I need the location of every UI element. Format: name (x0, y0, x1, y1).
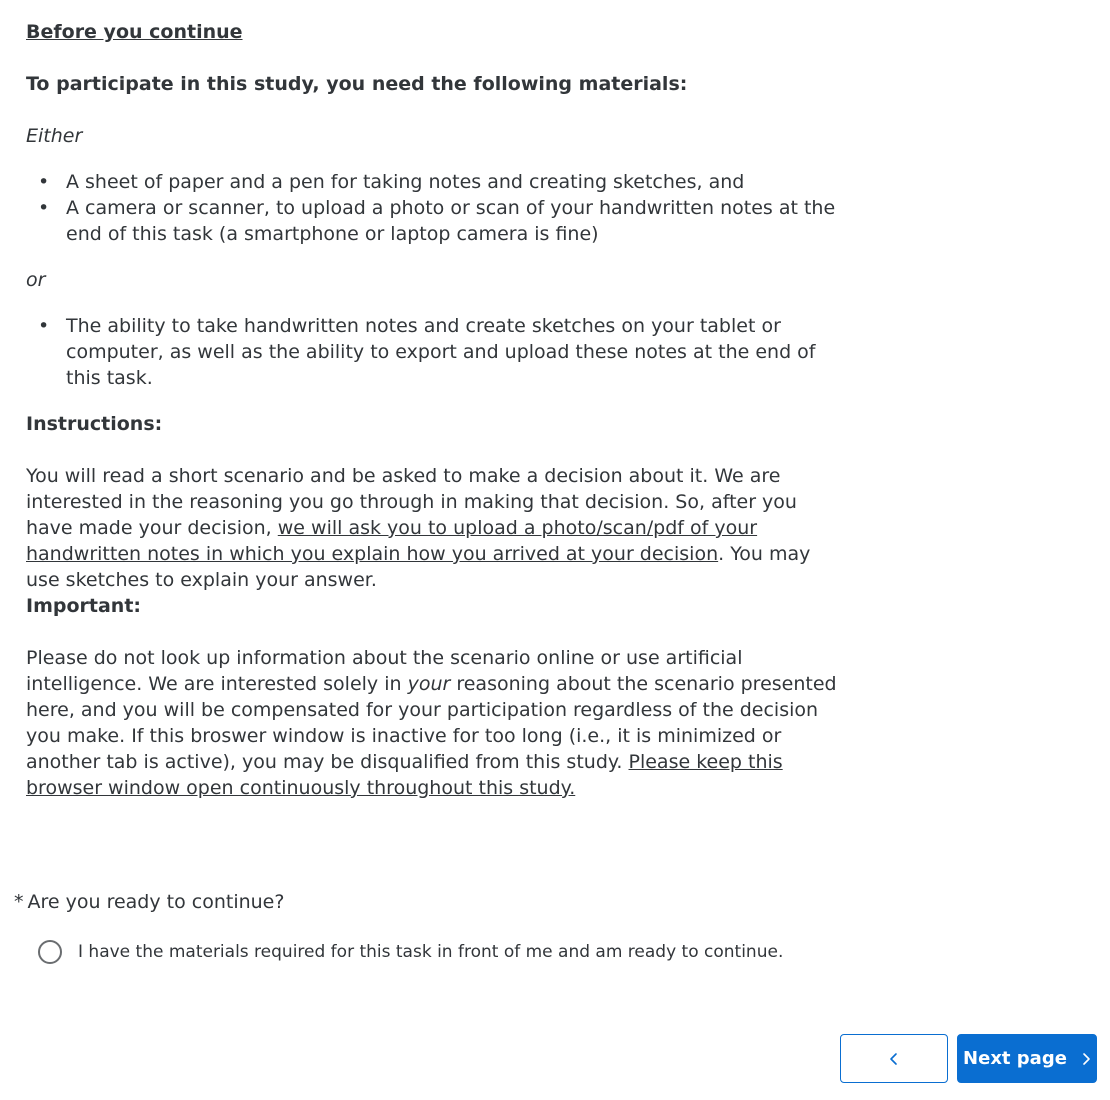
list-item: A sheet of paper and a pen for taking no… (26, 169, 841, 195)
ready-radio-button[interactable] (38, 940, 62, 964)
next-page-button[interactable]: Next page (957, 1034, 1097, 1083)
important-heading: Important: (26, 595, 142, 617)
instructions-heading: Instructions: (26, 413, 163, 435)
materials-heading: To participate in this study, you need t… (26, 73, 688, 95)
either-materials-list: A sheet of paper and a pen for taking no… (26, 169, 841, 247)
before-you-continue-heading: Before you continue (26, 21, 243, 43)
ready-question: * Are you ready to continue? (14, 889, 284, 915)
or-materials-list: The ability to take handwritten notes an… (26, 313, 841, 391)
instructions-text: You will read a short scenario and be as… (26, 463, 841, 593)
chevron-left-icon (889, 1052, 899, 1066)
list-item: The ability to take handwritten notes an… (26, 313, 841, 391)
important-text-italic: your (407, 673, 451, 695)
ready-option-label[interactable]: I have the materials required for this t… (78, 942, 783, 962)
chevron-right-icon (1081, 1052, 1091, 1066)
important-text: Please do not look up information about … (26, 645, 841, 801)
required-marker: * (14, 891, 24, 913)
ready-option[interactable]: I have the materials required for this t… (38, 938, 783, 966)
next-page-label: Next page (963, 1048, 1067, 1069)
or-label: or (26, 269, 46, 291)
either-label: Either (26, 125, 83, 147)
previous-page-button[interactable] (840, 1034, 948, 1083)
question-label: Are you ready to continue? (27, 891, 285, 913)
list-item: A camera or scanner, to upload a photo o… (26, 195, 841, 247)
